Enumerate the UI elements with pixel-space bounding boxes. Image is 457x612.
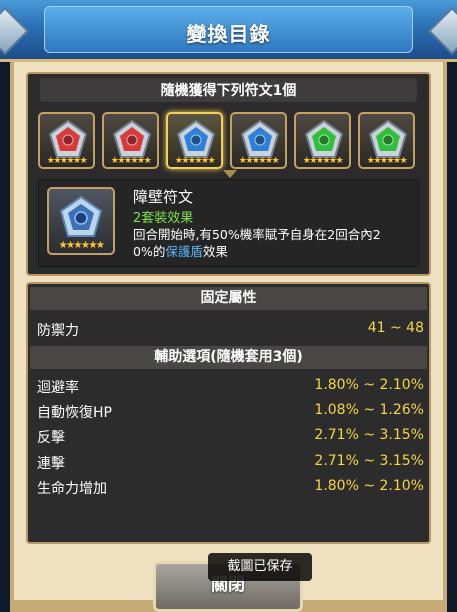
rune-name: 障壁符文 <box>133 188 194 206</box>
fixed-attr-value: 41 ~ 48 <box>367 320 424 336</box>
rune-stars: ★★★★★★ <box>46 156 88 166</box>
aux-label: 生命力增加 <box>37 481 107 497</box>
title-bar: 變換目錄 <box>0 0 457 62</box>
rune-stars: ★★★★★★ <box>110 156 152 166</box>
aux-value: 2.71% ~ 3.15% <box>314 453 424 469</box>
shield-rune-icon <box>59 195 103 237</box>
blue-rune-slot[interactable]: ★★★★★★ <box>230 112 287 169</box>
red-rune-slot[interactable]: ★★★★★★ <box>102 112 159 169</box>
protection-shield-link[interactable]: 保護盾 <box>165 244 203 259</box>
dialog-title: 變換目錄 <box>186 22 271 46</box>
aux-value: 1.08% ~ 1.26% <box>314 402 424 418</box>
aux-label: 反擊 <box>37 430 65 446</box>
screenshot-saved-toast: 截圖已保存 <box>208 553 312 581</box>
desc-text-1: 回合開始時,有50%機率賦予自身在2回合內2 <box>133 227 381 242</box>
random-header: 隨機獲得下列符文1個 <box>160 83 297 99</box>
set-effect: 2套裝效果 <box>133 211 194 226</box>
blue-rune-slot[interactable]: ★★★★★★ <box>166 112 223 169</box>
rune-description: 回合開始時,有50%機率賦予自身在2回合內2 0%的保護盾效果 <box>133 226 413 260</box>
aux-label: 連擊 <box>37 456 65 472</box>
rune-stars: ★★★★★★ <box>302 156 344 166</box>
desc-text-3: 效果 <box>202 244 228 259</box>
aux-label: 迴避率 <box>37 380 79 396</box>
fixed-attr-label: 防禦力 <box>37 323 79 339</box>
aux-value: 1.80% ~ 2.10% <box>314 377 424 393</box>
green-rune-slot[interactable]: ★★★★★★ <box>294 112 351 169</box>
ornament-right-icon <box>427 6 457 56</box>
rune-stars: ★★★★★★ <box>366 156 408 166</box>
aux-options-header: 輔助選項(隨機套用3個) <box>30 346 427 369</box>
desc-text-2: 0%的 <box>133 244 166 259</box>
fixed-attr-header: 固定屬性 <box>30 287 427 310</box>
red-rune-slot[interactable]: ★★★★★★ <box>38 112 95 169</box>
rune-stars: ★★★★★★ <box>238 156 280 166</box>
green-rune-slot[interactable]: ★★★★★★ <box>358 112 415 169</box>
aux-value: 1.80% ~ 2.10% <box>314 478 424 494</box>
selection-pointer-icon <box>223 170 237 178</box>
selected-rune-icon: ★★★★★★ <box>47 187 115 255</box>
aux-label: 自動恢復HP <box>37 405 112 421</box>
rune-stars: ★★★★★★ <box>174 156 216 166</box>
aux-value: 2.71% ~ 3.15% <box>314 427 424 443</box>
rune-stars: ★★★★★★ <box>58 240 105 251</box>
